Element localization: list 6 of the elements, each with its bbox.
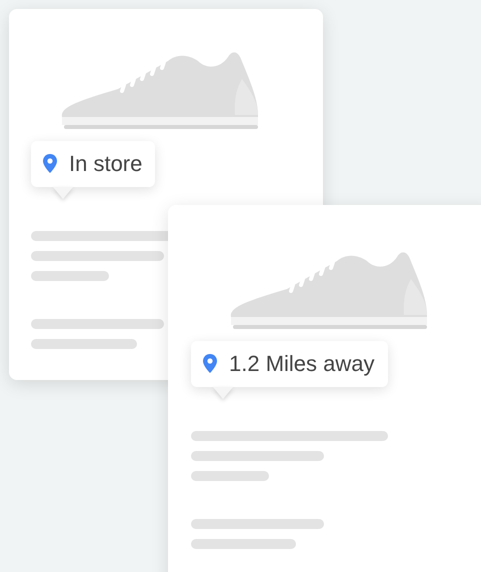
callout-pointer-icon [53,187,73,199]
map-pin-icon [43,154,57,173]
location-tag: 1.2 Miles away [191,341,388,387]
location-tag: In store [31,141,156,187]
callout-pointer-icon [213,387,233,399]
map-pin-icon [203,354,217,373]
